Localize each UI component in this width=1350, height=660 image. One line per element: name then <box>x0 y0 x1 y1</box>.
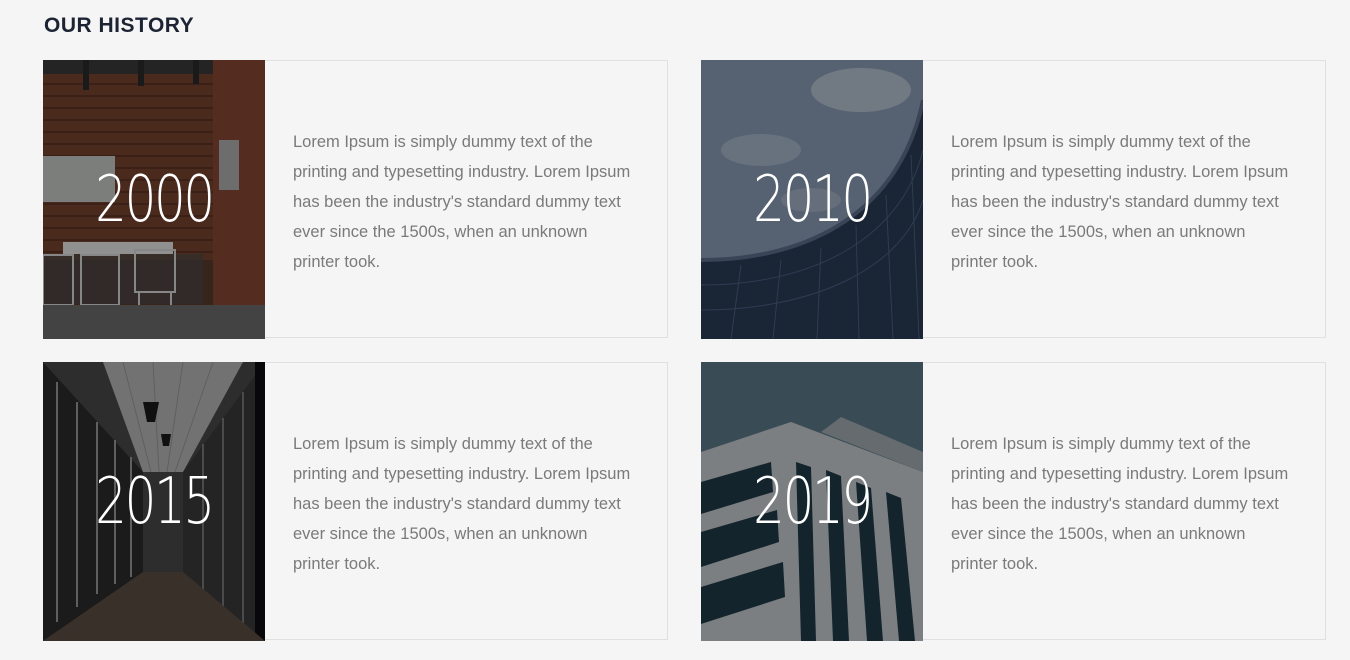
office-brick-wall-photo: 2000 <box>43 60 265 339</box>
history-year: 2015 <box>95 464 215 539</box>
history-description: Lorem Ipsum is simply dummy text of the … <box>293 133 631 271</box>
history-year: 2019 <box>753 464 873 539</box>
history-year: 2010 <box>753 162 873 237</box>
tower-building-photo: 2019 <box>701 362 923 641</box>
section-title: OUR HISTORY <box>44 14 195 37</box>
history-card-2015: 2015 Lorem Ipsum is simply dummy text of… <box>43 362 668 641</box>
curved-skyscraper-photo: 2010 <box>701 60 923 339</box>
office-corridor-photo: 2015 <box>43 362 265 641</box>
history-description: Lorem Ipsum is simply dummy text of the … <box>951 133 1289 271</box>
history-card-2000: 2000 Lorem Ipsum is simply dummy text of… <box>43 60 668 339</box>
history-description: Lorem Ipsum is simply dummy text of the … <box>951 435 1289 573</box>
history-year: 2000 <box>95 162 215 237</box>
history-card-2019: 2019 Lorem Ipsum is simply dummy text of… <box>701 362 1326 641</box>
history-card-2010: 2010 Lorem Ipsum is simply dummy text of… <box>701 60 1326 339</box>
history-description: Lorem Ipsum is simply dummy text of the … <box>293 435 631 573</box>
